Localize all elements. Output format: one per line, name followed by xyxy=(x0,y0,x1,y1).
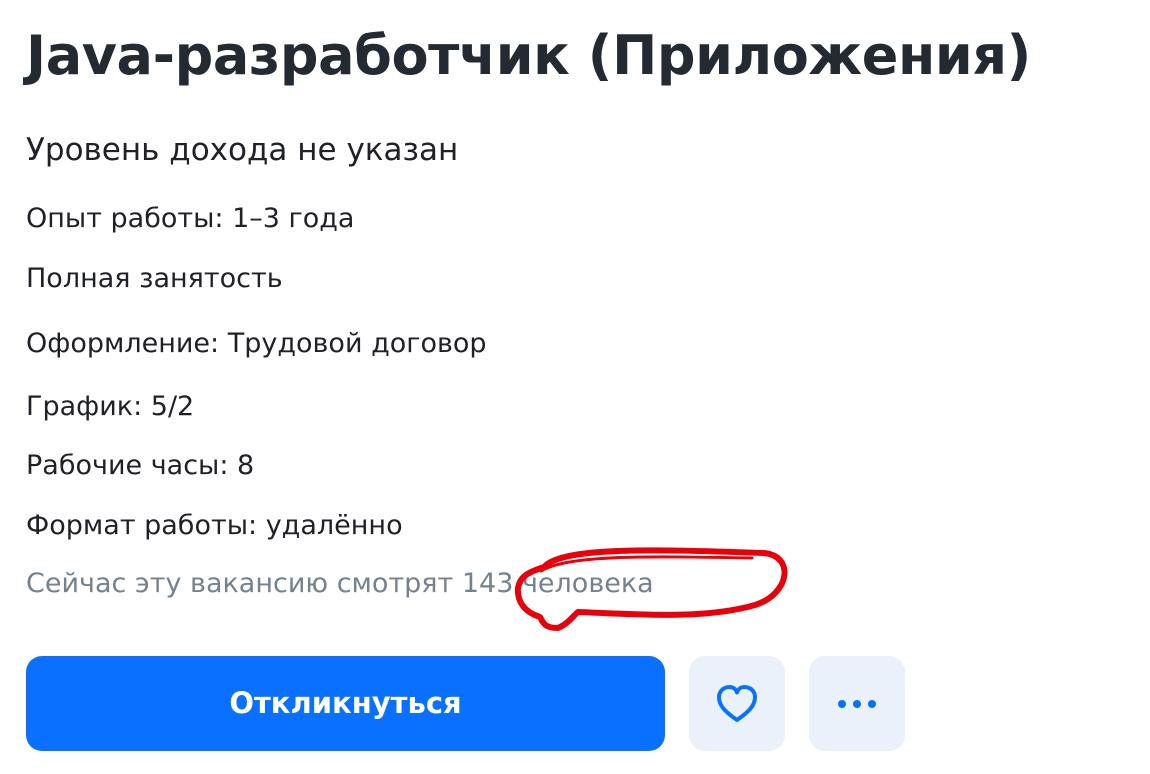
red-highlight-annotation xyxy=(514,547,788,631)
heart-icon xyxy=(717,684,757,722)
salary-text: Уровень дохода не указан xyxy=(26,132,459,168)
favorite-button[interactable] xyxy=(689,656,785,751)
more-dots-icon xyxy=(838,699,876,708)
apply-button[interactable]: Откликнуться xyxy=(26,656,665,751)
work-format-text: Формат работы: удалённо xyxy=(26,510,403,541)
working-hours-text: Рабочие часы: 8 xyxy=(26,450,255,481)
contract-text: Оформление: Трудовой договор xyxy=(26,328,487,359)
experience-text: Опыт работы: 1–3 года xyxy=(26,203,355,234)
employment-text: Полная занятость xyxy=(26,263,283,294)
more-actions-button[interactable] xyxy=(809,656,905,751)
schedule-text: График: 5/2 xyxy=(26,391,195,422)
page-title: Java-разработчик (Приложения) xyxy=(26,24,1031,87)
